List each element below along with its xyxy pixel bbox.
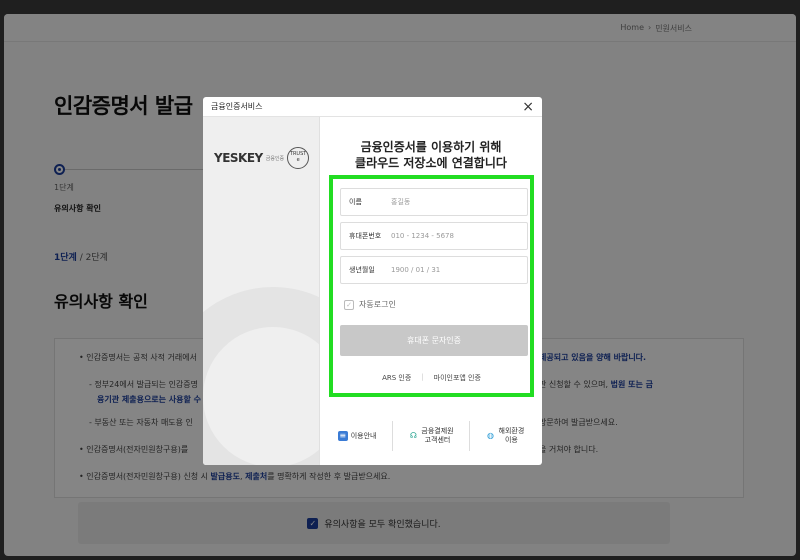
center-label-line1: 금융결제원 <box>421 427 454 435</box>
sms-auth-button[interactable]: 휴대폰 문자인증 <box>340 325 528 356</box>
modal-footer: ≡ 이용안내 ☊ 금융결제원 고객센터 ◍ 해외환경 이용 <box>320 421 542 451</box>
center-label-line2: 고객센터 <box>424 436 451 444</box>
modal-left-pane: YESKEY 금융인증 TRUST e <box>203 117 320 465</box>
overseas-label-line1: 해외환경 <box>498 427 525 435</box>
headset-icon: ☊ <box>409 431 417 440</box>
decorative-circle <box>203 287 319 465</box>
highlighted-form: 이름 홍길동 휴대폰번호 010 - 1234 - 5678 생년월일 1900… <box>329 175 534 397</box>
footer-divider <box>469 421 471 451</box>
modal-title: 금융인증서비스 <box>211 102 263 111</box>
footer-divider <box>391 421 393 451</box>
customer-center-link[interactable]: ☊ 금융결제원 고객센터 <box>408 427 454 445</box>
auto-login-label: 자동로그인 <box>359 300 396 309</box>
logo-subtext: 금융인증 <box>265 155 285 162</box>
name-field[interactable]: 이름 홍길동 <box>340 188 528 216</box>
modal-heading-line2: 클라우드 저장소에 연결합니다 <box>355 156 507 170</box>
overseas-label-line2: 이용 <box>504 436 518 444</box>
phone-label: 휴대폰번호 <box>349 232 382 240</box>
overseas-link[interactable]: ◍ 해외환경 이용 <box>486 427 525 445</box>
globe-icon: ◍ <box>487 431 494 440</box>
logo-text: YESKEY <box>214 151 263 165</box>
modal-header: 금융인증서비스 × <box>203 97 542 117</box>
birthdate-placeholder: 1900 / 01 / 31 <box>391 266 441 274</box>
name-label: 이름 <box>349 198 362 206</box>
ars-auth-link[interactable]: ARS 인증 <box>382 373 411 383</box>
modal-right-pane: 금융인증서를 이용하기 위해 클라우드 저장소에 연결합니다 이름 홍길동 휴대… <box>320 117 542 465</box>
guide-label: 이용안내 <box>350 431 377 440</box>
name-placeholder: 홍길동 <box>391 198 411 206</box>
document-icon: ≡ <box>337 431 348 441</box>
financial-cert-modal: 금융인증서비스 × YESKEY 금융인증 TRUST e 금융인증서를 이용하기… <box>203 97 542 465</box>
phone-field[interactable]: 휴대폰번호 010 - 1234 - 5678 <box>340 222 528 250</box>
myinfo-auth-link[interactable]: 마이인포앱 인증 <box>434 373 481 383</box>
trust-sign-icon: TRUST e <box>287 147 310 169</box>
birthdate-label: 생년월일 <box>349 266 375 274</box>
trust-text: TRUST <box>289 151 307 157</box>
yeskey-logo: YESKEY 금융인증 TRUST e <box>214 147 310 169</box>
modal-heading: 금융인증서를 이용하기 위해 클라우드 저장소에 연결합니다 <box>320 139 542 171</box>
close-icon[interactable]: × <box>522 100 534 114</box>
guide-link[interactable]: ≡ 이용안내 <box>337 431 377 441</box>
checkbox-icon[interactable]: ✓ <box>344 299 354 310</box>
auto-login-checkbox[interactable]: ✓ 자동로그인 <box>344 299 396 310</box>
link-separator: | <box>421 373 424 381</box>
phone-placeholder: 010 - 1234 - 5678 <box>391 232 454 240</box>
birthdate-field[interactable]: 생년월일 1900 / 01 / 31 <box>340 256 528 284</box>
alt-auth-links: ARS 인증 | 마이인포앱 인증 <box>333 373 530 383</box>
modal-heading-line1: 금융인증서를 이용하기 위해 <box>360 140 502 154</box>
